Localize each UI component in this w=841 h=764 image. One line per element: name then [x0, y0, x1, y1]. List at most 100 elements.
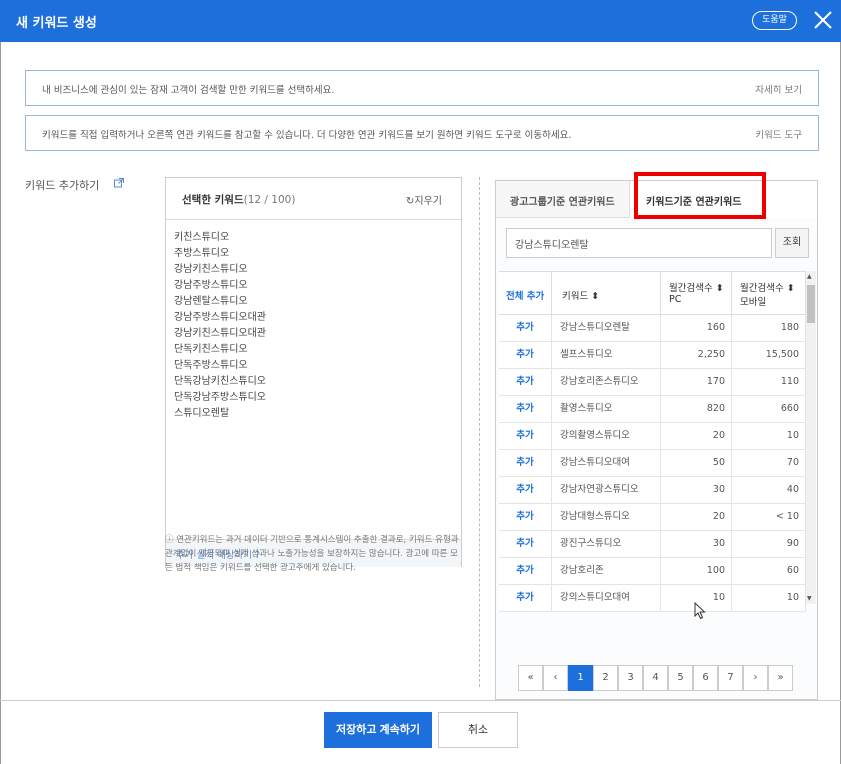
mobile-cell: 660	[732, 396, 806, 423]
pc-cell: 30	[661, 531, 732, 558]
learn-more-link[interactable]: 자세히 보기	[755, 82, 802, 96]
close-icon[interactable]	[812, 9, 834, 31]
scroll-down-icon[interactable]: ▼	[807, 595, 812, 602]
info-icon: ⓘ	[165, 535, 177, 545]
table-row: 추가 강남호리존스튜디오 170 110	[499, 369, 806, 396]
highlight-annotation	[634, 172, 766, 219]
page-last-button[interactable]: »	[768, 665, 793, 691]
list-item[interactable]: 강남키친스튜디오대관	[174, 326, 266, 342]
keyword-add-label: 키워드 추가하기	[25, 179, 100, 192]
mobile-cell: 60	[732, 558, 806, 585]
keyword-tool-link[interactable]: 키워드 도구	[755, 127, 802, 141]
list-item[interactable]: 스튜디오렌탈	[174, 406, 266, 422]
keyword-cell: 강의스튜디오대여	[552, 585, 661, 612]
table-row: 추가 광진구스튜디오 30 90	[499, 531, 806, 558]
list-item[interactable]: 강남렌탈스튜디오	[174, 294, 266, 310]
list-item[interactable]: 강남키친스튜디오	[174, 262, 266, 278]
dialog-header: 새 키워드 생성 도움말	[0, 0, 841, 42]
list-item[interactable]: 주방스튜디오	[174, 246, 266, 262]
list-item[interactable]: 강남주방스튜디오대관	[174, 310, 266, 326]
page-2-button[interactable]: 2	[593, 665, 618, 691]
add-button[interactable]: 추가	[499, 369, 552, 396]
keyword-cell: 셀프스튜디오	[552, 342, 661, 369]
mobile-cell: < 10	[732, 504, 806, 531]
list-item[interactable]: 강남주방스튜디오	[174, 278, 266, 294]
scrollbar-thumb[interactable]	[807, 285, 815, 323]
add-button[interactable]: 추가	[499, 315, 552, 342]
cancel-button[interactable]: 취소	[438, 712, 518, 748]
table-row: 추가 강의스튜디오대여 10 10	[499, 585, 806, 612]
list-item[interactable]: 단독강남주방스튜디오	[174, 390, 266, 406]
table-row: 추가 강남스튜디오대여 50 70	[499, 450, 806, 477]
mobile-cell: 180	[732, 315, 806, 342]
info-bar-select: 내 비즈니스에 관심이 있는 잠재 고객이 검색할 만한 키워드를 선택하세요.…	[25, 70, 819, 106]
info-message: 키워드를 직접 입력하거나 오른쪽 연관 키워드를 참고할 수 있습니다. 더 …	[42, 130, 572, 141]
add-button[interactable]: 추가	[499, 450, 552, 477]
page-5-button[interactable]: 5	[668, 665, 693, 691]
pc-cell: 100	[661, 558, 732, 585]
list-item[interactable]: 키친스튜디오	[174, 230, 266, 246]
page-1-button[interactable]: 1	[568, 665, 593, 691]
table-row: 추가 강남호리존 100 60	[499, 558, 806, 585]
pc-cell: 50	[661, 450, 732, 477]
selected-keywords-panel: 선택한 키워드(12 / 100) ↻지우기 키친스튜디오 주방스튜디오 강남키…	[165, 177, 462, 567]
table-row: 추가 강남자연광스튜디오 30 40	[499, 477, 806, 504]
col-mobile-searches[interactable]: 월간검색수 ⬍ 모바일	[732, 272, 806, 316]
info-bar-keyword-tool: 키워드를 직접 입력하거나 오른쪽 연관 키워드를 참고할 수 있습니다. 더 …	[25, 115, 819, 151]
page-4-button[interactable]: 4	[643, 665, 668, 691]
pc-cell: 2,250	[661, 342, 732, 369]
clear-button[interactable]: ↻지우기	[406, 192, 442, 207]
list-item[interactable]: 단독주방스튜디오	[174, 358, 266, 374]
page-prev-button[interactable]: ‹	[543, 665, 568, 691]
list-item[interactable]: 단독강남키친스튜디오	[174, 374, 266, 390]
mobile-cell: 110	[732, 369, 806, 396]
add-button[interactable]: 추가	[499, 396, 552, 423]
pc-cell: 820	[661, 396, 732, 423]
list-item[interactable]: 단독키친스튜디오	[174, 342, 266, 358]
table-row: 추가 강의촬영스튜디오 20 10	[499, 423, 806, 450]
save-and-continue-button[interactable]: 저장하고 계속하기	[324, 712, 432, 748]
mobile-cell: 90	[732, 531, 806, 558]
selected-keywords-header: 선택한 키워드(12 / 100) ↻지우기	[166, 178, 461, 220]
related-search-field[interactable]	[506, 228, 772, 258]
keyword-cell: 강남스튜디오대여	[552, 450, 661, 477]
keyword-cell: 광진구스튜디오	[552, 531, 661, 558]
add-button[interactable]: 추가	[499, 558, 552, 585]
pc-cell: 20	[661, 504, 732, 531]
page-6-button[interactable]: 6	[693, 665, 718, 691]
scroll-up-icon[interactable]: ▲	[807, 273, 812, 280]
help-button[interactable]: 도움말	[752, 11, 797, 30]
table-header: 전체 추가 키워드 ⬍ 월간검색수 ⬍ PC 월간검색수 ⬍ 모바일	[499, 271, 806, 316]
add-button[interactable]: 추가	[499, 423, 552, 450]
mobile-cell: 40	[732, 477, 806, 504]
add-button[interactable]: 추가	[499, 504, 552, 531]
pc-cell: 160	[661, 315, 732, 342]
keyword-cell: 강남자연광스튜디오	[552, 477, 661, 504]
keyword-cell: 강남호리존스튜디오	[552, 369, 661, 396]
page-next-button[interactable]: ›	[743, 665, 768, 691]
selected-keyword-list: 키친스튜디오 주방스튜디오 강남키친스튜디오 강남주방스튜디오 강남렌탈스튜디오…	[174, 230, 266, 422]
external-link-icon[interactable]	[114, 178, 124, 188]
col-add-all[interactable]: 전체 추가	[499, 272, 552, 316]
add-button[interactable]: 추가	[499, 342, 552, 369]
mobile-cell: 10	[732, 423, 806, 450]
page-3-button[interactable]: 3	[618, 665, 643, 691]
table-scrollbar[interactable]: ▲ ▼	[806, 271, 816, 604]
col-pc-searches[interactable]: 월간검색수 ⬍ PC	[661, 272, 732, 316]
add-button[interactable]: 추가	[499, 531, 552, 558]
footer-divider	[0, 700, 841, 701]
add-button[interactable]: 추가	[499, 585, 552, 612]
search-button[interactable]: 조회	[775, 228, 809, 258]
notice-text: ⓘ 연관키워드는 과거 데이터 기반으로 통계시스템이 추출한 결과로, 키워드…	[165, 535, 459, 573]
tab-adgroup-related[interactable]: 광고그룹기준 연관키워드	[496, 181, 630, 218]
page-7-button[interactable]: 7	[718, 665, 743, 691]
page-first-button[interactable]: «	[518, 665, 543, 691]
keyword-cell: 강의촬영스튜디오	[552, 423, 661, 450]
mobile-cell: 10	[732, 585, 806, 612]
add-button[interactable]: 추가	[499, 477, 552, 504]
related-search-input[interactable]	[507, 229, 771, 257]
pc-cell: 20	[661, 423, 732, 450]
selected-count: (12 / 100)	[243, 194, 296, 206]
info-message: 내 비즈니스에 관심이 있는 잠재 고객이 검색할 만한 키워드를 선택하세요.	[42, 85, 335, 96]
col-keyword[interactable]: 키워드 ⬍	[552, 272, 661, 316]
